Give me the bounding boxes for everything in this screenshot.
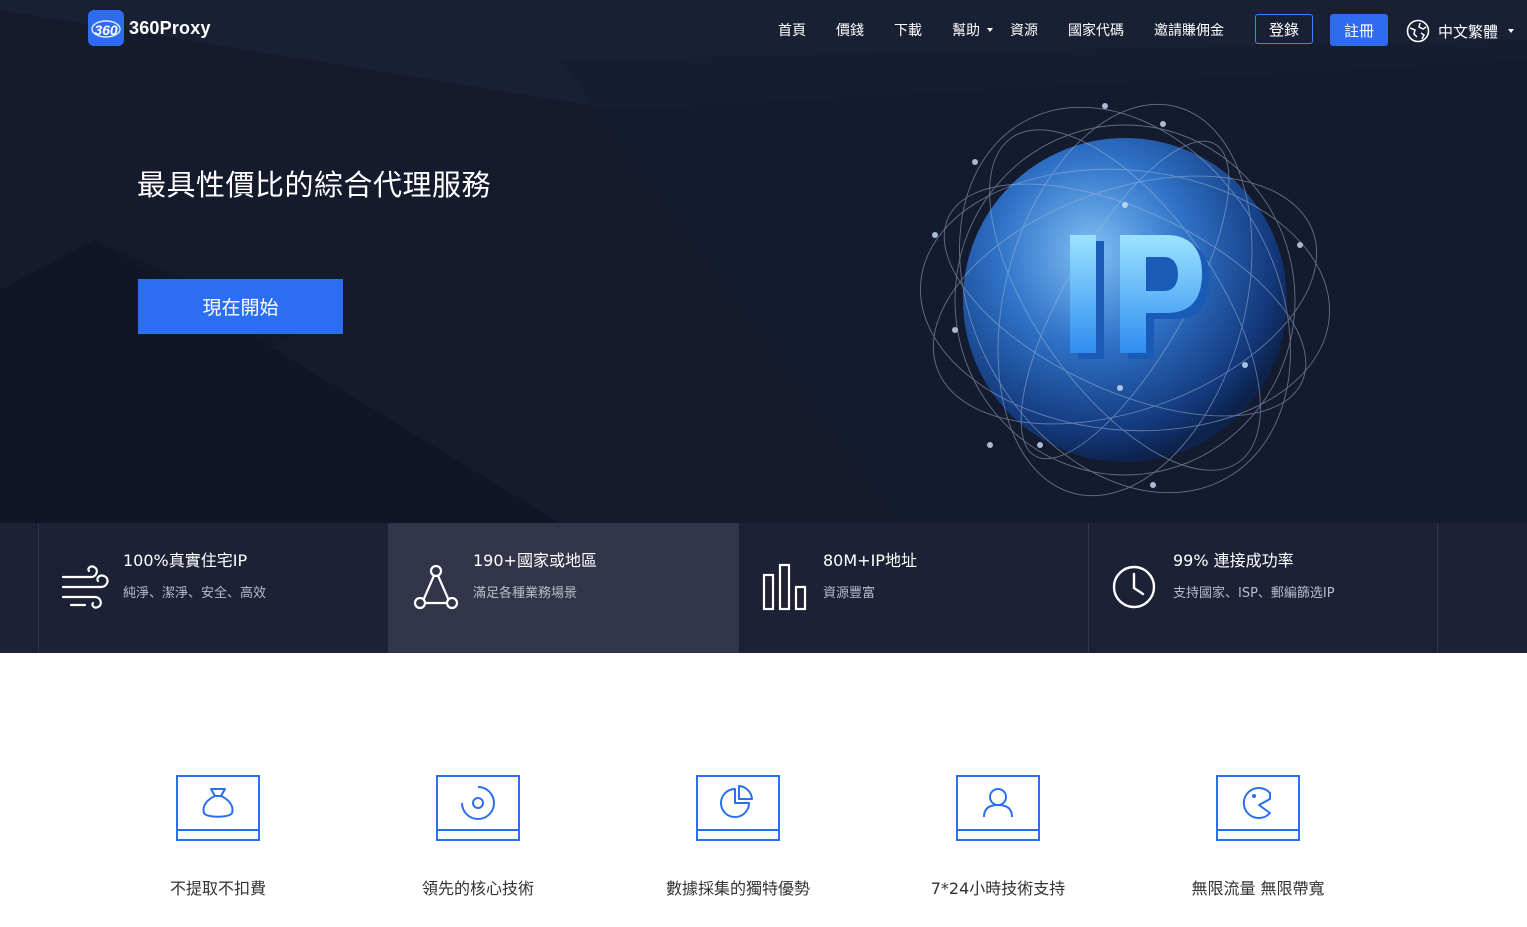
nav-help[interactable]: 幫助 [952,21,980,41]
clock-icon [1112,565,1156,609]
advantage-label: 領先的核心技術 [421,879,534,898]
advantage-item: 不提取不扣費 [118,775,318,905]
feature-title: 190+國家或地區 [473,551,597,570]
ip-globe-illustration [920,103,1330,497]
chevron-down-icon [987,28,993,32]
advantage-item: 無限流量 無限帶寬 [1158,775,1358,905]
advantage-item: 數據採集的獨特優勢 [638,775,838,905]
brand-logo[interactable]: 360 360Proxy [88,10,211,46]
target-icon [436,775,520,841]
advantage-item: 7*24小時技術支持 [898,775,1098,905]
money-bag-icon [176,775,260,841]
feature-subtitle: 支持國家、ISP、郵編篩选IP [1173,586,1335,601]
nav-download[interactable]: 下載 [894,21,922,41]
feature-title: 80M+IP地址 [823,551,917,570]
brand-name: 360Proxy [129,17,211,38]
logo-mark-icon: 360 [88,10,124,46]
hero-section: 360 360Proxy 首頁 價錢 下載 幫助 資源 國家代碼 邀請賺佣金 登… [0,0,1527,523]
top-navbar: 360 360Proxy 首頁 價錢 下載 幫助 資源 國家代碼 邀請賺佣金 登… [0,0,1527,62]
nav-pricing[interactable]: 價錢 [836,21,864,41]
nav-resources[interactable]: 資源 [1010,21,1038,41]
nav-affiliate[interactable]: 邀請賺佣金 [1154,21,1224,41]
login-button[interactable]: 登錄 [1255,14,1313,44]
feature-card[interactable]: 80M+IP地址 資源豐富 [738,523,1088,653]
advantage-item: 領先的核心技術 [378,775,578,905]
pacman-icon [1216,775,1300,841]
register-button[interactable]: 註冊 [1330,14,1388,46]
advantage-label: 數據採集的獨特優勢 [665,879,810,898]
feature-subtitle: 資源豐富 [823,586,876,601]
features-strip: 100%真實住宅IP 純淨、潔淨、安全、高效 190+國家或地區 滿足各種業務場… [0,523,1527,653]
feature-card[interactable]: 99% 連接成功率 支持國家、ISP、郵編篩选IP [1088,523,1438,653]
chevron-down-icon [1508,29,1515,33]
advantage-label: 不提取不扣費 [169,879,266,898]
language-label: 中文繁體 [1438,22,1499,41]
svg-text:360: 360 [94,22,118,38]
advantage-label: 無限流量 無限帶寬 [1191,879,1325,898]
get-started-button[interactable]: 現在開始 [138,279,343,334]
bar-chart-icon [762,563,807,611]
advantage-label: 7*24小時技術支持 [930,879,1066,898]
feature-subtitle: 純淨、潔淨、安全、高效 [123,586,267,601]
feature-card[interactable]: 190+國家或地區 滿足各種業務場景 [388,523,738,653]
feature-title: 99% 連接成功率 [1173,551,1294,570]
globe-icon [1406,19,1430,43]
user-icon [956,775,1040,841]
wind-icon [61,565,109,609]
language-selector[interactable]: 中文繁體 [1406,19,1515,43]
hero-title: 最具性價比的綜合代理服務 [137,168,492,202]
nav-country-codes[interactable]: 國家代碼 [1068,21,1124,41]
feature-card[interactable]: 100%真實住宅IP 純淨、潔淨、安全、高效 [38,523,388,653]
nav-home[interactable]: 首頁 [778,21,806,41]
feature-title: 100%真實住宅IP [123,551,248,570]
triangle-network-icon [413,564,459,610]
feature-subtitle: 滿足各種業務場景 [473,586,578,601]
pie-chart-icon [696,775,780,841]
